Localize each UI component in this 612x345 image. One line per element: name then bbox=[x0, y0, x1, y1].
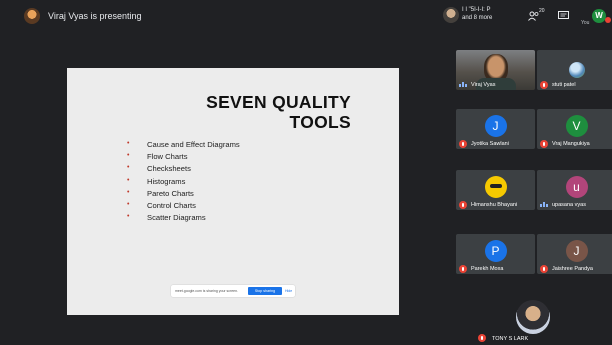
list-item-label: Cause and Effect Diagrams bbox=[147, 140, 240, 149]
participant-name: Parekh Moxa bbox=[471, 266, 504, 272]
participant-avatar: u bbox=[565, 176, 588, 198]
list-item-label: Scatter Diagrams bbox=[147, 213, 206, 223]
slide-bullet-list: • Cause and Effect Diagrams • Flow Charts … bbox=[127, 140, 240, 225]
mic-muted-icon bbox=[605, 17, 611, 23]
participants-summary[interactable]: I I "5I-I-I: P and 8 more bbox=[462, 6, 492, 22]
list-item: • Scatter Diagrams bbox=[127, 213, 240, 225]
participant-avatar: P bbox=[484, 240, 507, 262]
participant-name: stuti patel bbox=[552, 82, 576, 88]
participant-tile[interactable]: u upasana vyas bbox=[537, 170, 612, 210]
participant-avatar: J bbox=[565, 240, 588, 262]
participants-more: and 8 more bbox=[462, 15, 493, 21]
participant-name: TONY S LARK bbox=[492, 336, 529, 342]
bullet-glyph: • bbox=[127, 152, 130, 160]
presentation-slide: SEVEN QUALITY TOOLS • Cause and Effect Di… bbox=[67, 68, 399, 315]
slide-title-line-2: TOOLS bbox=[289, 112, 351, 132]
participant-name: Himanshu Bhayani bbox=[471, 202, 518, 208]
list-item-label: Checksheets bbox=[147, 164, 191, 174]
participant-photo bbox=[516, 300, 550, 334]
bullet-glyph: • bbox=[127, 176, 130, 184]
mic-muted-icon bbox=[459, 265, 467, 273]
stop-sharing-button[interactable]: Stop sharing bbox=[248, 287, 282, 295]
list-item: • Checksheets bbox=[127, 164, 240, 176]
participant-avatar: J bbox=[484, 115, 507, 137]
participant-tile[interactable]: stuti patel bbox=[537, 50, 612, 90]
mic-muted-icon bbox=[459, 140, 467, 148]
participant-tile[interactable]: J Jaishree Pandya bbox=[537, 234, 612, 274]
list-item: • Pareto Charts bbox=[127, 189, 240, 201]
slide-title: SEVEN QUALITY TOOLS bbox=[206, 92, 351, 132]
slide-title-line-1: SEVEN QUALITY bbox=[206, 92, 351, 112]
list-item-label: Histograms bbox=[147, 176, 186, 186]
participant-avatar: V bbox=[565, 115, 588, 137]
participant-name: Jyotika Sawlani bbox=[471, 141, 509, 147]
mic-muted-icon bbox=[540, 140, 548, 148]
participant-name: upasana vyas bbox=[552, 202, 586, 208]
participant-tile[interactable]: Himanshu Bhayani bbox=[456, 170, 535, 210]
bullet-glyph: • bbox=[127, 140, 130, 147]
list-item: • Control Charts bbox=[127, 201, 240, 213]
bullet-glyph: • bbox=[127, 200, 130, 208]
list-item: • Cause and Effect Diagrams bbox=[127, 140, 240, 152]
participant-tile[interactable]: Viraj Vyas bbox=[456, 50, 535, 90]
speaking-indicator-icon bbox=[459, 82, 467, 87]
mic-muted-icon bbox=[459, 201, 467, 209]
people-count: 20 bbox=[539, 8, 545, 14]
presenting-label: Viraj Vyas is presenting bbox=[48, 11, 142, 21]
self-avatar[interactable]: W bbox=[592, 9, 606, 23]
participant-photo bbox=[569, 62, 585, 78]
list-item-label: Pareto Charts bbox=[147, 188, 194, 198]
chat-icon[interactable] bbox=[558, 11, 569, 21]
speaking-indicator-icon bbox=[540, 202, 548, 207]
participant-tile[interactable]: P Parekh Moxa bbox=[456, 234, 535, 274]
participant-tile[interactable]: J Jyotika Sawlani bbox=[456, 109, 535, 149]
participant-name: Jaishree Pandya bbox=[552, 266, 593, 272]
participant-tile[interactable]: V Vraj Mangukiya bbox=[537, 109, 612, 149]
mic-muted-icon bbox=[540, 81, 548, 89]
hide-share-bar-button[interactable]: Hide bbox=[285, 289, 292, 293]
mic-muted-icon bbox=[540, 265, 548, 273]
participant-photo bbox=[484, 176, 507, 198]
list-item-label: Control Charts bbox=[147, 200, 196, 210]
mic-muted-icon bbox=[478, 334, 486, 342]
list-item: • Flow Charts bbox=[127, 152, 240, 164]
participant-name: Viraj Vyas bbox=[471, 82, 496, 88]
list-item: • Histograms bbox=[127, 177, 240, 189]
screen-share-bar: meet.google.com is sharing your screen. … bbox=[171, 285, 295, 297]
bullet-glyph: • bbox=[127, 188, 130, 196]
participants-names: I I "5I-I-I: P bbox=[462, 7, 491, 13]
list-item-label: Flow Charts bbox=[147, 152, 188, 162]
top-bar: Viraj Vyas is presenting I I "5I-I-I: P … bbox=[0, 0, 612, 34]
presenter-avatar bbox=[24, 8, 40, 24]
participant-avatar[interactable] bbox=[443, 7, 459, 23]
you-label: You bbox=[581, 20, 590, 26]
screen-share-text: meet.google.com is sharing your screen. bbox=[175, 289, 239, 293]
participant-name: Vraj Mangukiya bbox=[552, 141, 590, 147]
bullet-glyph: • bbox=[127, 213, 130, 221]
bullet-glyph: • bbox=[127, 164, 130, 172]
participant-tile[interactable]: TONY S LARK bbox=[474, 299, 590, 345]
